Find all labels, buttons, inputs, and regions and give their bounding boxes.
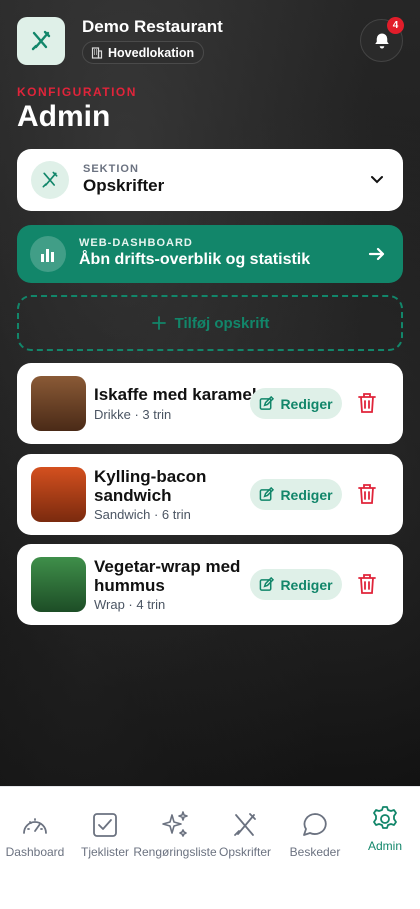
tab-messages[interactable]: Beskeder xyxy=(280,787,350,867)
edit-icon xyxy=(260,487,275,501)
web-dashboard-link[interactable]: WEB-DASHBOARD Åbn drifts-overblik og sta… xyxy=(17,225,403,283)
edit-recipe-button[interactable]: Rediger xyxy=(250,388,342,419)
header: Demo Restaurant Hovedlokation 4 xyxy=(17,17,404,65)
dashboard-kicker: WEB-DASHBOARD xyxy=(79,237,193,249)
trash-icon[interactable] xyxy=(357,483,377,505)
recipe-card: Vegetar-wrap med hummus Wrap · 4 trin Re… xyxy=(17,544,403,625)
edit-label: Rediger xyxy=(280,576,333,593)
recipe-subtitle: Drikke · 3 trin xyxy=(94,407,172,422)
tab-label: Opskrifter xyxy=(218,845,272,859)
tab-admin[interactable]: Admin xyxy=(350,787,420,867)
arrow-right-icon xyxy=(368,247,385,261)
bottom-tab-bar: Dashboard Tjeklister Rengøringsliste Ops… xyxy=(0,786,420,909)
bell-icon xyxy=(374,33,389,48)
tab-recipes[interactable]: Opskrifter xyxy=(210,787,280,867)
dashboard-icon-wrap xyxy=(30,236,66,272)
section-kicker: SEKTION xyxy=(83,163,139,175)
tab-label: Beskeder xyxy=(289,845,341,859)
plus-icon xyxy=(151,316,166,330)
chevron-down-icon xyxy=(371,176,383,184)
building-icon xyxy=(91,46,103,59)
tab-dashboard[interactable]: Dashboard xyxy=(0,787,70,867)
location-label: Hovedlokation xyxy=(108,45,195,60)
recipe-card: Iskaffe med karamel Drikke · 3 trin Redi… xyxy=(17,363,403,444)
bar-chart-icon xyxy=(41,249,54,262)
sparkles-icon xyxy=(162,811,188,837)
dashboard-text: Åbn drifts-overblik og statistik xyxy=(79,251,311,268)
utensils-icon xyxy=(31,30,51,51)
trash-icon[interactable] xyxy=(357,573,377,595)
tab-checklists[interactable]: Tjeklister xyxy=(70,787,140,867)
tab-cleaning[interactable]: Rengøringsliste xyxy=(133,787,217,867)
tab-label: Dashboard xyxy=(5,845,65,859)
recipe-title: Kylling-bacon sandwich xyxy=(94,467,207,505)
section-value: Opskrifter xyxy=(83,176,165,195)
trash-icon[interactable] xyxy=(357,392,377,414)
page-title: Admin xyxy=(17,100,111,133)
recipe-card: Kylling-bacon sandwich Sandwich · 6 trin… xyxy=(17,454,403,535)
gear-icon xyxy=(373,806,397,829)
notification-count-badge: 4 xyxy=(387,17,404,34)
edit-recipe-button[interactable]: Rediger xyxy=(250,569,342,600)
tab-label: Tjeklister xyxy=(80,845,130,859)
edit-recipe-button[interactable]: Rediger xyxy=(250,479,342,510)
recipe-thumbnail xyxy=(31,376,86,431)
section-selector[interactable]: SEKTION Opskrifter xyxy=(17,149,403,211)
edit-icon xyxy=(260,396,275,410)
add-recipe-label: Tilføj opskrift xyxy=(174,314,270,332)
add-recipe-button[interactable]: Tilføj opskrift xyxy=(17,295,403,351)
recipe-thumbnail xyxy=(31,467,86,522)
page-eyebrow: KONFIGURATION xyxy=(17,85,137,99)
recipe-subtitle: Wrap · 4 trin xyxy=(94,597,166,612)
checklist-icon xyxy=(93,813,117,837)
utensils-icon xyxy=(42,171,58,188)
edit-label: Rediger xyxy=(280,486,333,503)
chat-icon xyxy=(303,813,327,836)
recipe-thumbnail xyxy=(31,557,86,612)
restaurant-logo xyxy=(17,17,65,65)
tab-label: Rengøringsliste xyxy=(133,845,217,859)
section-icon xyxy=(31,161,69,199)
recipe-title: Iskaffe med karamel xyxy=(94,385,257,404)
restaurant-name: Demo Restaurant xyxy=(82,17,223,36)
location-badge[interactable]: Hovedlokation xyxy=(82,41,205,64)
edit-label: Rediger xyxy=(280,395,333,412)
recipe-subtitle: Sandwich · 6 trin xyxy=(94,507,191,522)
utensils-icon xyxy=(234,813,256,836)
tab-label: Admin xyxy=(367,839,403,853)
edit-icon xyxy=(260,577,275,591)
gauge-icon xyxy=(23,818,47,834)
recipe-title: Vegetar-wrap med hummus xyxy=(94,557,241,595)
